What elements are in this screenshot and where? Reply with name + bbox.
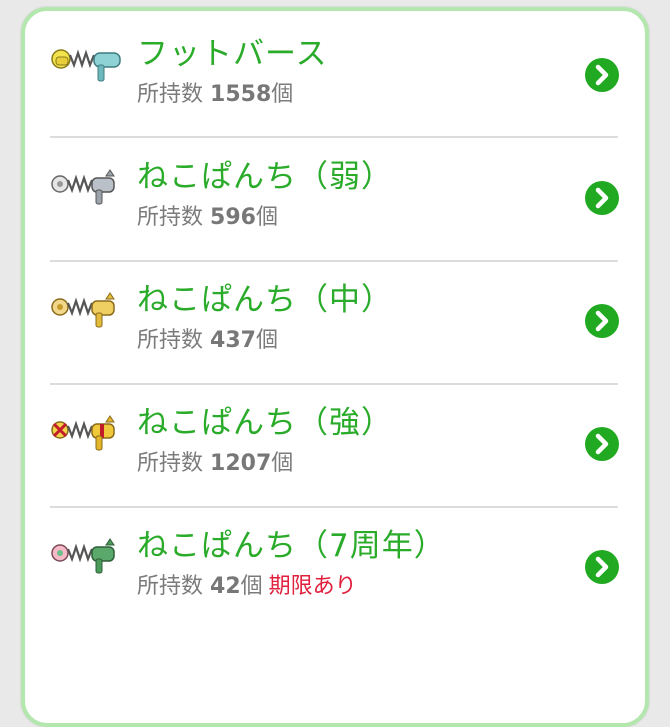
cat-punch-weak-icon [51,169,115,205]
owned-count: 所持数 42個 期限あり [137,572,357,602]
count-unit: 個 [271,82,294,107]
cat-punch-medium-icon [51,292,115,328]
owned-count-value: 437 [210,328,256,353]
list-item-cat-punch-7th-anniversary[interactable]: ねこぱんち（7周年） 所持数 42個 期限あり [0,499,670,621]
count-unit: 個 [271,451,294,476]
owned-count-value: 42 [210,574,241,599]
item-name: ねこぱんち（弱） [137,159,393,195]
item-name: フットバース [137,36,328,72]
owned-count: 所持数 1207個 [137,449,293,479]
list-item-cat-punch-strong[interactable]: ねこぱんち（強） 所持数 1207個 [0,376,670,498]
list-item-foot-bath[interactable]: フットバース 所持数 1558個 [0,7,670,129]
count-unit: 個 [240,574,263,599]
count-unit: 個 [255,328,278,353]
owned-count-value: 1207 [210,451,272,476]
owned-label: 所持数 [137,451,204,476]
owned-count: 所持数 437個 [137,326,278,356]
chevron-right-icon[interactable] [585,550,619,584]
item-name: ねこぱんち（7周年） [137,528,446,564]
cat-punch-strong-icon [51,415,115,451]
list-item-cat-punch-medium[interactable]: ねこぱんち（中） 所持数 437個 [0,253,670,375]
count-unit: 個 [255,205,278,230]
chevron-right-icon[interactable] [585,427,619,461]
expiry-badge: 期限あり [268,574,357,599]
chevron-right-icon[interactable] [585,181,619,215]
owned-label: 所持数 [137,328,204,353]
chevron-right-icon[interactable] [585,304,619,338]
owned-label: 所持数 [137,205,204,230]
cat-punch-7th-anniversary-icon [51,538,115,574]
item-name: ねこぱんち（強） [137,405,393,441]
foot-bath-spring-icon [51,49,121,82]
owned-count: 所持数 1558個 [137,80,293,110]
owned-label: 所持数 [137,82,204,107]
owned-count-value: 596 [210,205,256,230]
owned-count-value: 1558 [210,82,272,107]
owned-label: 所持数 [137,574,204,599]
list-item-cat-punch-weak[interactable]: ねこぱんち（弱） 所持数 596個 [0,130,670,252]
item-name: ねこぱんち（中） [137,282,393,318]
chevron-right-icon[interactable] [585,58,619,92]
owned-count: 所持数 596個 [137,203,278,233]
